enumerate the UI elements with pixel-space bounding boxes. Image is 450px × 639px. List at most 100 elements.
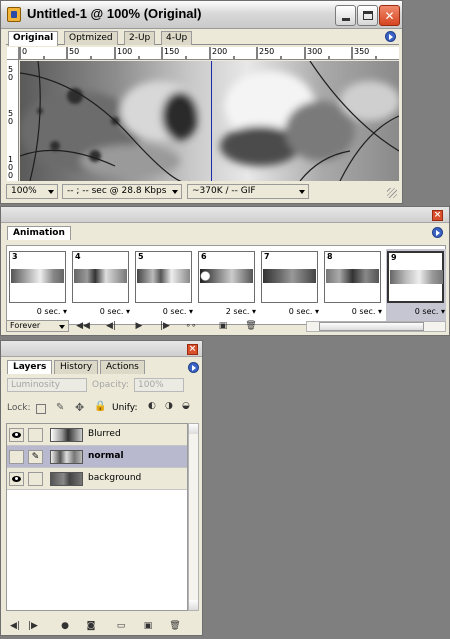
- add-mask-button[interactable]: ◙: [84, 620, 98, 632]
- blend-mode-select[interactable]: Luminosity: [7, 378, 87, 392]
- animation-frame[interactable]: 6 2 sec. ▾: [197, 249, 257, 321]
- trash-icon: 🗑: [169, 621, 181, 631]
- frame-delay[interactable]: 0 sec. ▾: [8, 307, 68, 316]
- link-toggle[interactable]: [28, 428, 43, 442]
- delete-layer-button[interactable]: 🗑: [168, 620, 182, 632]
- tab-layers[interactable]: Layers: [7, 360, 53, 374]
- maximize-button[interactable]: [357, 5, 378, 26]
- new-layer-set-button[interactable]: ▭: [114, 620, 128, 632]
- brush-icon[interactable]: ✎: [56, 402, 64, 413]
- previous-frame-button[interactable]: ◀|: [102, 320, 120, 332]
- frame-delay[interactable]: 0 sec. ▾: [323, 307, 383, 316]
- animation-frame-selected[interactable]: 9 0 sec. ▾: [386, 249, 446, 321]
- next-layer-button[interactable]: |▶: [26, 620, 40, 632]
- eye-icon: [12, 476, 21, 482]
- view-menu-arrow-icon[interactable]: [385, 31, 396, 42]
- frame-thumbnail: 7: [261, 251, 318, 303]
- unify-visibility-icon[interactable]: ◑: [165, 401, 173, 411]
- tab-actions[interactable]: Actions: [100, 360, 145, 374]
- scroll-up-button[interactable]: [189, 424, 198, 434]
- animation-palette-header[interactable]: ×: [1, 207, 449, 223]
- layers-scrollbar[interactable]: [188, 423, 199, 611]
- ruler-label: 0: [22, 47, 28, 56]
- ruler-label: 0: [8, 117, 14, 126]
- link-toggle[interactable]: [28, 472, 43, 486]
- visibility-toggle[interactable]: [9, 428, 24, 442]
- close-icon[interactable]: ×: [187, 344, 198, 355]
- frame-delay[interactable]: 2 sec. ▾: [197, 307, 257, 316]
- previous-icon: ◀|: [10, 621, 20, 631]
- opacity-value: 100%: [138, 380, 164, 390]
- previous-frame-icon: ◀|: [106, 321, 116, 331]
- layer-style-button[interactable]: ●: [58, 620, 72, 632]
- scrollbar-thumb[interactable]: [319, 322, 424, 331]
- vertical-ruler[interactable]: 5 0 5 0 1 0 0: [7, 60, 19, 181]
- scroll-down-button[interactable]: [189, 600, 198, 610]
- layers-menu-arrow-icon[interactable]: [188, 362, 199, 373]
- layers-palette-header[interactable]: ×: [1, 341, 202, 357]
- layer-row[interactable]: background: [7, 468, 187, 490]
- paintbrush-icon: ✎: [31, 452, 40, 462]
- duplicate-frame-button[interactable]: ▣: [214, 320, 232, 332]
- lock-icon[interactable]: 🔒: [94, 401, 106, 412]
- tab-optimized[interactable]: Optmized: [64, 31, 118, 45]
- previous-layer-button[interactable]: ◀|: [8, 620, 22, 632]
- first-frame-button[interactable]: ◀◀: [74, 320, 92, 332]
- ruler-label: 0: [8, 171, 14, 180]
- tab-2-up[interactable]: 2-Up: [124, 31, 156, 45]
- vertical-guide[interactable]: [211, 61, 212, 181]
- trash-icon: 🗑: [245, 321, 257, 331]
- new-layer-button[interactable]: ▣: [141, 620, 155, 632]
- animation-frame[interactable]: 7 0 sec. ▾: [260, 249, 320, 321]
- next-frame-button[interactable]: |▶: [156, 320, 174, 332]
- download-speed-value: -- ; -- sec @ 28.8 Kbps: [67, 186, 167, 196]
- delete-frame-button[interactable]: 🗑: [242, 320, 260, 332]
- unify-position-icon[interactable]: ◐: [148, 401, 156, 411]
- dropdown-arrow-icon: [299, 190, 305, 194]
- frame-delay[interactable]: 0 sec. ▾: [260, 307, 320, 316]
- play-button[interactable]: ▶: [130, 320, 148, 332]
- frame-delay[interactable]: 0 sec. ▾: [71, 307, 131, 316]
- frame-delay[interactable]: 0 sec. ▾: [134, 307, 194, 316]
- document-canvas[interactable]: [20, 61, 399, 181]
- status-bar: 100% -- ; -- sec @ 28.8 Kbps ~370K / -- …: [6, 184, 399, 200]
- layer-row[interactable]: Blurred: [7, 424, 187, 446]
- frames-scrollbar[interactable]: [306, 321, 446, 332]
- animation-frame[interactable]: 8 0 sec. ▾: [323, 249, 383, 321]
- animation-frame[interactable]: 3 0 sec. ▾: [8, 249, 68, 321]
- unify-style-icon[interactable]: ◒: [182, 401, 190, 411]
- document-title: Untitled-1 @ 100% (Original): [27, 6, 202, 21]
- ruler-label: 200: [212, 47, 228, 56]
- animation-frame[interactable]: 5 0 sec. ▾: [134, 249, 194, 321]
- opacity-field[interactable]: 100%: [134, 378, 184, 392]
- move-icon[interactable]: ✥: [75, 401, 84, 414]
- tab-4-up[interactable]: 4-Up: [161, 31, 193, 45]
- link-toggle[interactable]: ✎: [28, 450, 43, 464]
- document-title-bar[interactable]: Untitled-1 @ 100% (Original) ✕: [1, 1, 402, 29]
- visibility-toggle[interactable]: [9, 450, 24, 464]
- resize-grip-icon[interactable]: [387, 188, 397, 198]
- layer-row-selected[interactable]: ✎ normal: [7, 446, 187, 468]
- frame-delay[interactable]: 0 sec. ▾: [386, 307, 446, 316]
- tween-button[interactable]: ∘∘: [182, 320, 200, 332]
- horizontal-ruler[interactable]: 0 50 100 150 200 250 300 350: [19, 47, 399, 60]
- lock-transparency-icon[interactable]: [36, 404, 46, 414]
- animation-menu-arrow-icon[interactable]: [432, 227, 443, 238]
- file-size-select[interactable]: ~370K / -- GIF: [187, 184, 309, 199]
- close-icon[interactable]: ×: [432, 210, 443, 221]
- tab-original[interactable]: Original: [8, 31, 59, 46]
- ruler-origin[interactable]: [7, 47, 19, 60]
- dropdown-arrow-icon: [59, 325, 65, 329]
- layers-palette: × Layers History Actions Luminosity Opac…: [0, 340, 203, 636]
- minimize-button[interactable]: [335, 5, 356, 26]
- frame-delay-value: 0 sec.: [99, 307, 124, 316]
- opacity-label: Opacity:: [92, 380, 129, 390]
- animation-frame[interactable]: 4 0 sec. ▾: [71, 249, 131, 321]
- close-button[interactable]: ✕: [379, 5, 400, 26]
- tab-history[interactable]: History: [54, 360, 99, 374]
- visibility-toggle[interactable]: [9, 472, 24, 486]
- zoom-select[interactable]: 100%: [6, 184, 58, 199]
- tab-animation[interactable]: Animation: [7, 226, 71, 240]
- download-speed-select[interactable]: -- ; -- sec @ 28.8 Kbps: [62, 184, 182, 199]
- loop-select[interactable]: Forever: [6, 320, 69, 332]
